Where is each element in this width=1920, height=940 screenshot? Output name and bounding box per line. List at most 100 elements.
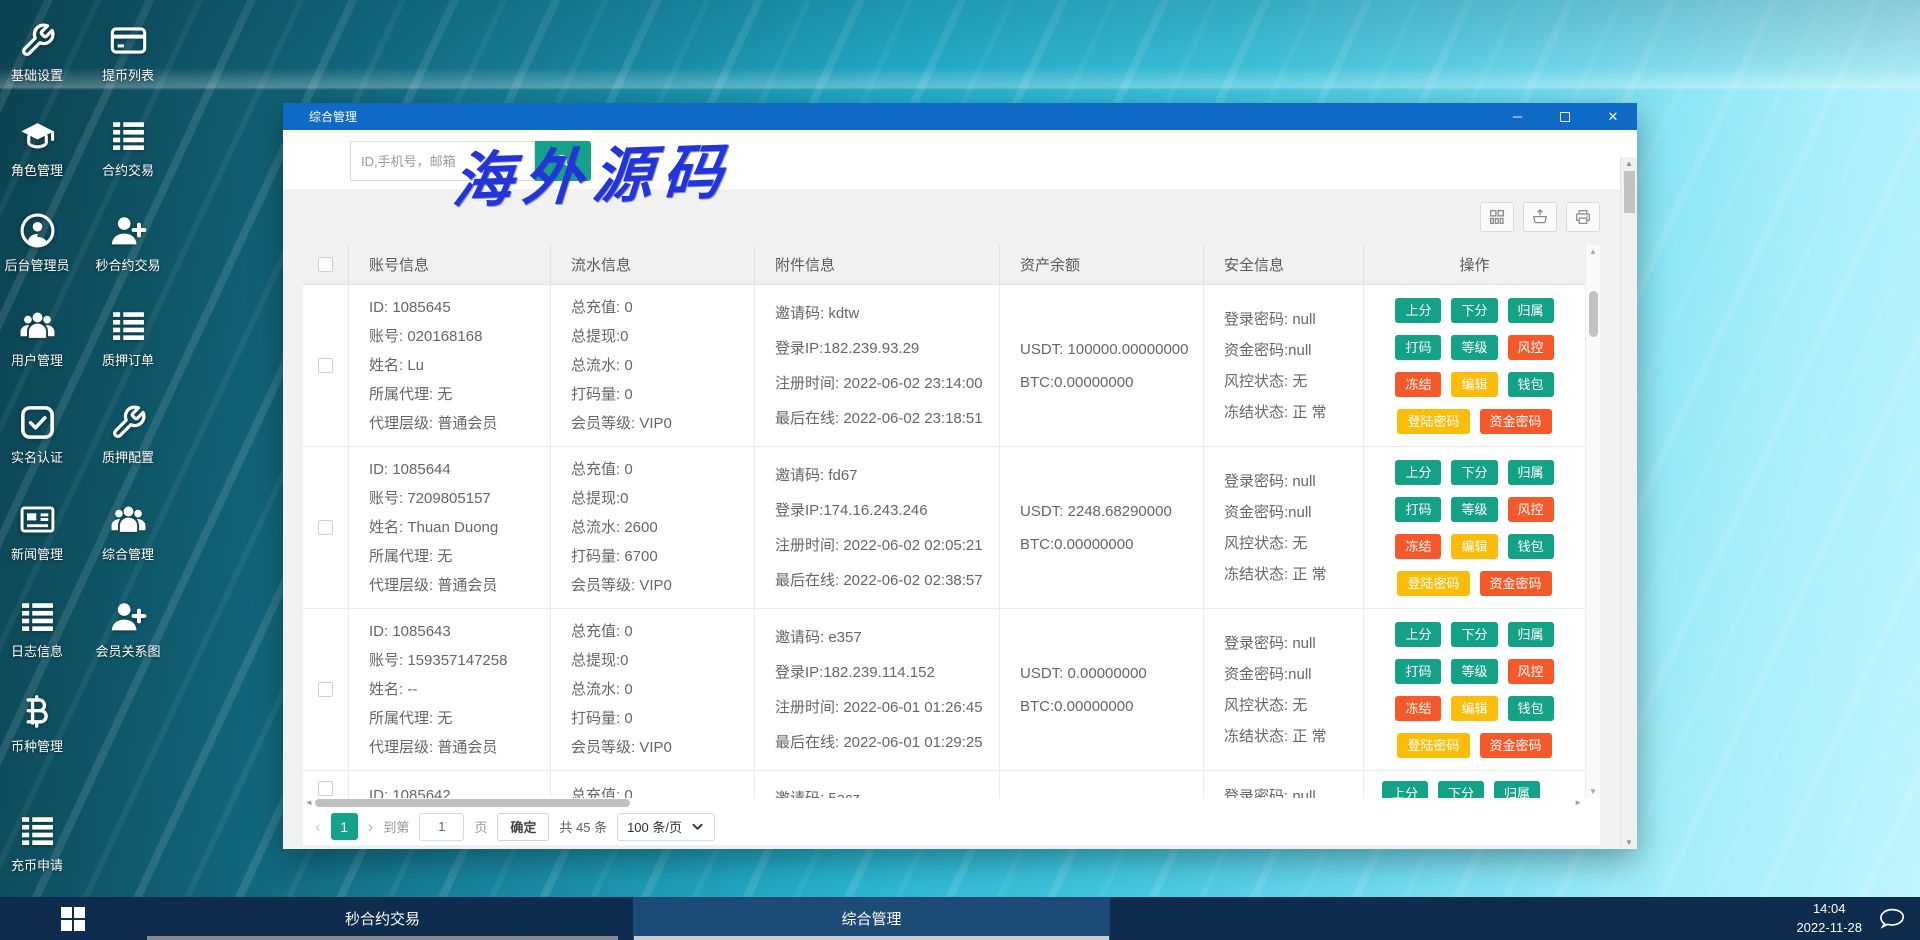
desktop-shortcut[interactable]: 质押配置 [85, 404, 171, 466]
action-button[interactable]: 资金密码 [1480, 409, 1552, 434]
action-button[interactable]: 下分 [1438, 781, 1484, 798]
account-info-cell: ID: 1085642账号: tt@qq.com [349, 771, 551, 798]
prev-page-button[interactable]: ‹ [315, 817, 321, 837]
action-button[interactable]: 等级 [1451, 659, 1497, 684]
action-button[interactable]: 下分 [1451, 460, 1497, 485]
current-page-button[interactable]: 1 [331, 813, 358, 840]
users-icon [85, 501, 171, 538]
columns-icon [1488, 208, 1506, 226]
desktop-shortcut[interactable]: 提币列表 [85, 22, 171, 84]
columns-button[interactable] [1480, 202, 1514, 232]
action-button[interactable]: 上分 [1382, 781, 1428, 798]
action-button[interactable]: 编辑 [1451, 372, 1497, 397]
action-button[interactable]: 冻结 [1395, 696, 1441, 721]
horizontal-scroll-thumb[interactable] [315, 799, 630, 807]
desktop-shortcut[interactable]: 基础设置 [0, 22, 80, 84]
action-button[interactable]: 等级 [1451, 497, 1497, 522]
window-scroll-thumb[interactable] [1624, 171, 1635, 213]
scroll-left-arrow-icon[interactable]: ◄ [305, 798, 313, 808]
row-checkbox[interactable] [318, 781, 333, 796]
desktop-shortcut[interactable]: 新闻管理 [0, 501, 80, 563]
action-button[interactable]: 编辑 [1451, 696, 1497, 721]
action-button[interactable]: 上分 [1395, 460, 1441, 485]
user-circle-icon [0, 212, 80, 249]
window-scroll-down-icon[interactable]: ▼ [1621, 838, 1637, 847]
action-button[interactable]: 资金密码 [1480, 571, 1552, 596]
action-button[interactable]: 下分 [1451, 298, 1497, 323]
desktop-shortcut[interactable]: 质押订单 [85, 307, 171, 369]
action-button[interactable]: 登陆密码 [1397, 571, 1469, 596]
desktop-shortcut[interactable]: 秒合约交易 [85, 212, 171, 274]
row-checkbox[interactable] [318, 682, 333, 697]
action-button[interactable]: 下分 [1451, 622, 1497, 647]
desktop-shortcut[interactable]: 实名认证 [0, 404, 80, 466]
table-vertical-scrollbar[interactable]: ▲ ▼ [1585, 245, 1600, 798]
print-button[interactable] [1566, 202, 1600, 232]
chat-bubble-icon[interactable] [1878, 906, 1906, 931]
action-button[interactable]: 编辑 [1451, 534, 1497, 559]
next-page-button[interactable]: › [368, 817, 374, 837]
desktop-shortcut[interactable]: 角色管理 [0, 117, 80, 179]
action-button[interactable]: 钱包 [1508, 534, 1554, 559]
table-horizontal-scrollbar[interactable]: ◄ ► [303, 798, 1600, 808]
action-button[interactable]: 打码 [1395, 659, 1441, 684]
page-unit-label: 页 [474, 817, 487, 836]
row-checkbox[interactable] [318, 358, 333, 373]
desktop-shortcut-label: 基础设置 [0, 65, 80, 84]
attachment-info-cell: 邀请码: kdtw登录IP:182.239.93.29注册时间: 2022-06… [755, 285, 1000, 446]
window-scrollbar[interactable]: ▲ ▼ [1620, 157, 1637, 849]
flow-info-cell: 总充值: 0总提现:0总流水: 0打码量: 0会员等级: VIP0 [551, 285, 755, 446]
taskbar-item[interactable]: 综合管理 [633, 897, 1110, 940]
security-info-cell: 登录密码: null [1204, 771, 1364, 798]
action-button[interactable]: 上分 [1395, 298, 1441, 323]
desktop-shortcut[interactable]: 充币申请 [0, 812, 80, 874]
vertical-scroll-thumb[interactable] [1589, 291, 1598, 337]
goto-page-input[interactable] [419, 813, 464, 841]
search-button[interactable] [535, 141, 591, 181]
action-button[interactable]: 风控 [1508, 335, 1554, 360]
taskbar-clock[interactable]: 14:04 2022-11-28 [1796, 900, 1862, 938]
scroll-down-arrow-icon[interactable]: ▼ [1586, 787, 1600, 796]
action-button[interactable]: 资金密码 [1480, 733, 1552, 758]
desktop-shortcut[interactable]: 综合管理 [85, 501, 171, 563]
action-button[interactable]: 风控 [1508, 659, 1554, 684]
confirm-button[interactable]: 确定 [497, 813, 549, 841]
minimize-button[interactable]: ─ [1493, 103, 1541, 130]
action-button[interactable]: 打码 [1395, 335, 1441, 360]
flow-info-line: 总提现:0 [571, 646, 748, 675]
action-button[interactable]: 归属 [1508, 460, 1554, 485]
action-button[interactable]: 风控 [1508, 497, 1554, 522]
action-button[interactable]: 钱包 [1508, 372, 1554, 397]
actions-cell: 上分下分归属打码等级风控冻结编辑钱包登陆密码资金密码 [1364, 285, 1585, 446]
select-all-checkbox[interactable] [318, 257, 333, 272]
export-button[interactable] [1523, 202, 1557, 232]
action-button[interactable]: 打码 [1395, 497, 1441, 522]
search-input[interactable] [350, 141, 535, 181]
action-button[interactable]: 冻结 [1395, 372, 1441, 397]
maximize-button[interactable] [1541, 103, 1589, 130]
action-button[interactable]: 归属 [1508, 622, 1554, 647]
action-button[interactable]: 归属 [1494, 781, 1540, 798]
security-info-line: 资金密码:null [1224, 659, 1357, 690]
action-button[interactable]: 冻结 [1395, 534, 1441, 559]
action-button[interactable]: 钱包 [1508, 696, 1554, 721]
start-button[interactable] [0, 897, 146, 940]
action-button[interactable]: 归属 [1508, 298, 1554, 323]
scroll-right-arrow-icon[interactable]: ► [1574, 798, 1582, 808]
close-button[interactable]: ✕ [1589, 103, 1637, 130]
page-size-select[interactable]: 100 条/页 [617, 813, 715, 841]
desktop-shortcut[interactable]: 会员关系图 [85, 598, 171, 660]
scroll-up-arrow-icon[interactable]: ▲ [1586, 247, 1600, 256]
desktop-shortcut[interactable]: 币种管理 [0, 693, 80, 755]
action-button[interactable]: 等级 [1451, 335, 1497, 360]
action-button[interactable]: 上分 [1395, 622, 1441, 647]
window-scroll-up-icon[interactable]: ▲ [1621, 159, 1637, 168]
desktop-shortcut[interactable]: 后台管理员 [0, 212, 80, 274]
action-button[interactable]: 登陆密码 [1397, 409, 1469, 434]
desktop-shortcut[interactable]: 日志信息 [0, 598, 80, 660]
desktop-shortcut[interactable]: 用户管理 [0, 307, 80, 369]
desktop-shortcut[interactable]: 合约交易 [85, 117, 171, 179]
action-button[interactable]: 登陆密码 [1397, 733, 1469, 758]
taskbar-item[interactable]: 秒合约交易 [146, 897, 619, 940]
row-checkbox[interactable] [318, 520, 333, 535]
